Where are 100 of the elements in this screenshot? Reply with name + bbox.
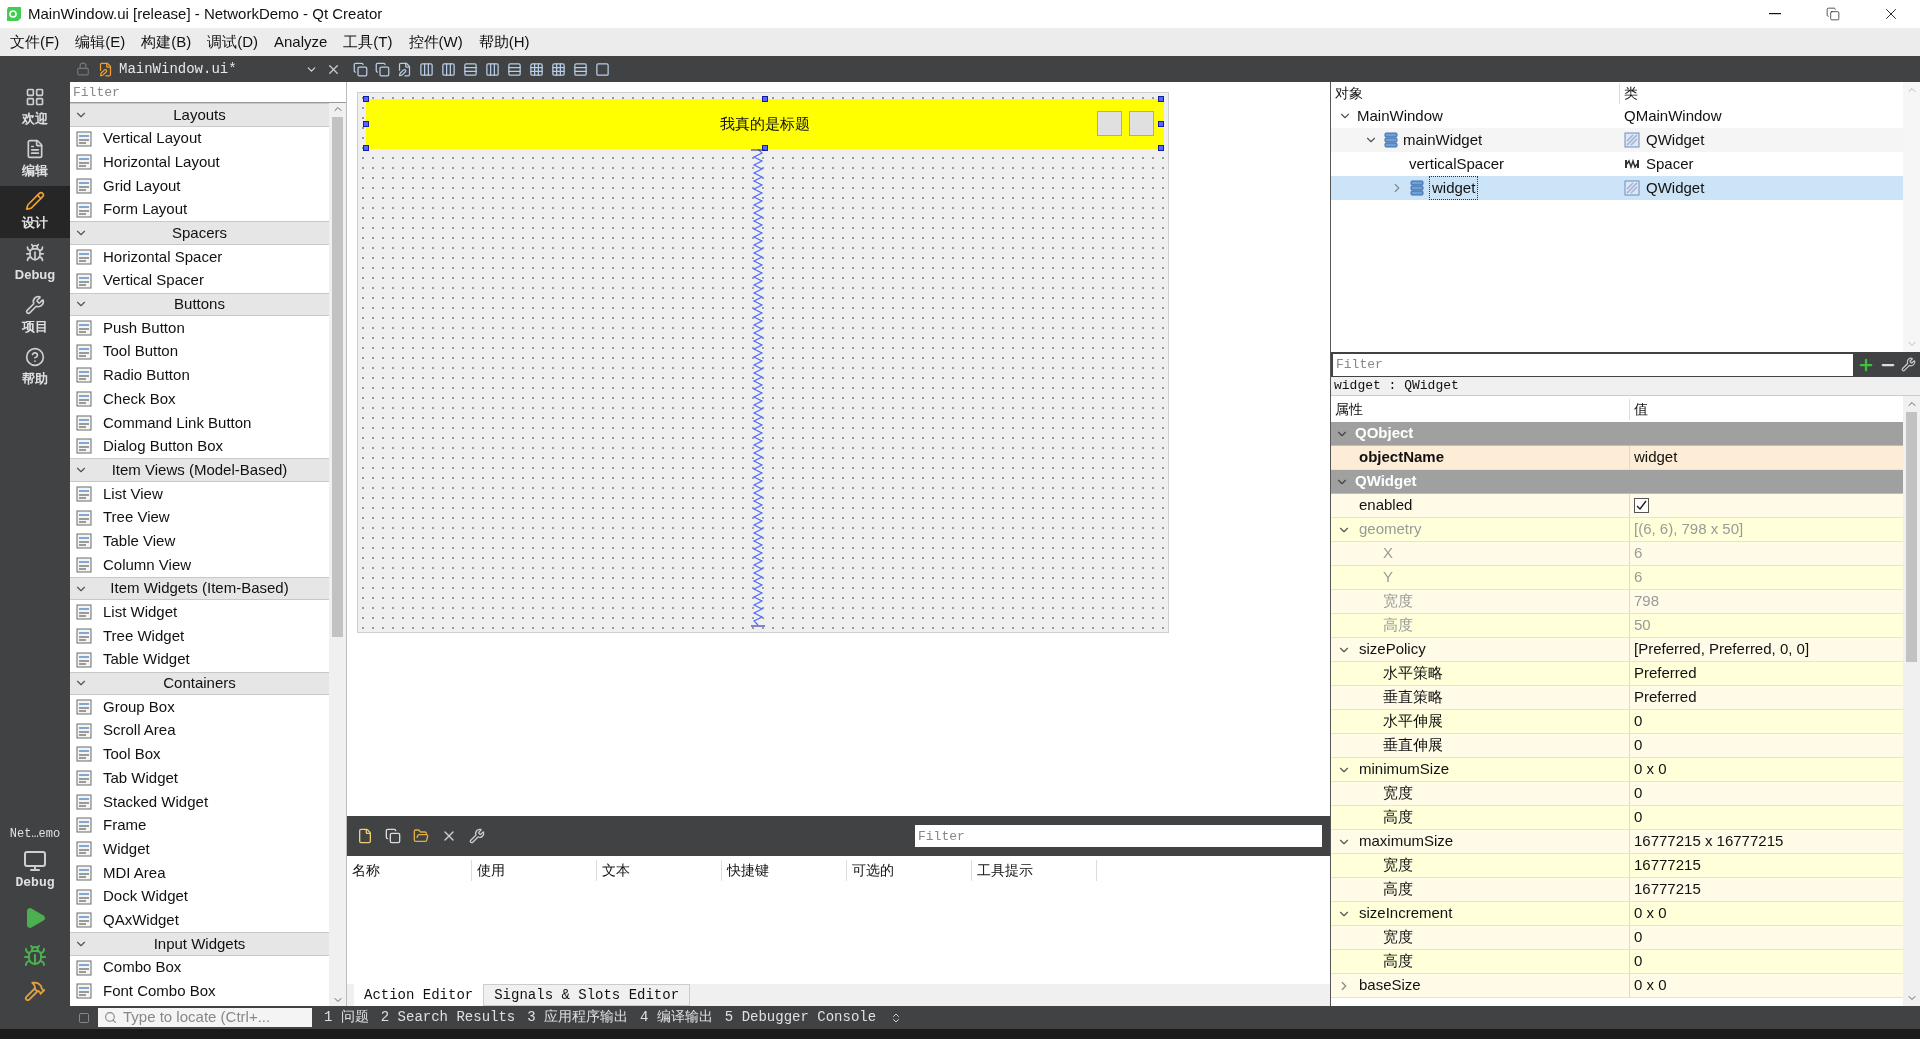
columns-icon[interactable]: [485, 61, 500, 77]
tree-row[interactable]: widget QWidget: [1331, 176, 1903, 200]
widget-item[interactable]: Combo Box: [103, 956, 182, 979]
widget-item[interactable]: Vertical Layout: [103, 127, 202, 150]
property-value[interactable]: 0: [1634, 950, 1643, 973]
category-header[interactable]: Containers: [70, 671, 329, 696]
column-header[interactable]: 快捷键: [722, 859, 847, 881]
property-value[interactable]: 0: [1634, 782, 1643, 805]
column-header[interactable]: 可选的: [847, 859, 972, 881]
debug-run-icon[interactable]: [23, 944, 47, 968]
rows-icon[interactable]: [463, 61, 478, 77]
category-header[interactable]: Item Views (Model-Based): [70, 458, 329, 482]
output-tab[interactable]: 3 应用程序输出: [527, 1007, 629, 1028]
property-value[interactable]: 0: [1634, 710, 1643, 733]
file-edit-icon[interactable]: [397, 61, 412, 77]
property-value[interactable]: 0: [1634, 734, 1643, 757]
column-header[interactable]: 值: [1630, 398, 1648, 420]
widget-item[interactable]: Table View: [103, 529, 176, 553]
sidebar-toggle-icon[interactable]: [78, 1011, 90, 1024]
property-value[interactable]: 0 x 0: [1634, 974, 1667, 997]
copy-icon[interactable]: [375, 61, 390, 77]
property-value[interactable]: 0 x 0: [1634, 902, 1667, 925]
widget-item[interactable]: Radio Button: [103, 364, 190, 387]
tree-row[interactable]: verticalSpacer Spacer: [1331, 152, 1903, 176]
widget-item[interactable]: Stacked Widget: [103, 790, 209, 814]
selection-handle[interactable]: [1158, 96, 1164, 102]
columns-icon[interactable]: [441, 61, 456, 77]
widget-item[interactable]: Table Widget: [103, 648, 190, 671]
column-header[interactable]: 类: [1620, 82, 1638, 104]
menu-item[interactable]: 构建(B): [133, 30, 200, 54]
mode-button[interactable]: 欢迎: [0, 82, 70, 134]
selection-handle[interactable]: [1158, 121, 1164, 127]
menu-item[interactable]: 编辑(E): [67, 30, 134, 54]
property-value[interactable]: 16777215: [1634, 878, 1701, 901]
column-header[interactable]: 名称: [347, 859, 472, 881]
output-tab[interactable]: 5 Debugger Console: [724, 1007, 877, 1028]
build-icon[interactable]: [24, 980, 46, 1002]
category-header[interactable]: Item Widgets (Item-Based): [70, 576, 329, 601]
property-value[interactable]: 16777215 x 16777215: [1634, 830, 1784, 853]
tree-row[interactable]: MainWindow QMainWindow: [1331, 104, 1903, 128]
new-action-icon[interactable]: [357, 828, 373, 844]
menu-item[interactable]: 文件(F): [2, 30, 68, 54]
filter-field[interactable]: Filter: [915, 825, 1322, 847]
widget-item[interactable]: Group Box: [103, 695, 175, 719]
selection-handle[interactable]: [363, 121, 369, 127]
tree-row[interactable]: mainWidget QWidget: [1331, 128, 1903, 152]
column-header[interactable]: 使用: [472, 859, 597, 881]
rows-icon[interactable]: [573, 61, 588, 77]
column-header[interactable]: 对象: [1331, 82, 1620, 104]
scrollbar-thumb[interactable]: [1906, 412, 1917, 662]
mode-button[interactable]: Debug: [0, 238, 70, 290]
menu-item[interactable]: 控件(W): [400, 30, 471, 54]
menu-item[interactable]: Analyze: [266, 30, 336, 54]
output-tab[interactable]: 1 问题: [324, 1007, 369, 1028]
widget-item[interactable]: Tree Widget: [103, 624, 185, 648]
editor-tab[interactable]: MainWindow.ui*: [119, 58, 237, 80]
widget-item[interactable]: Check Box: [103, 387, 176, 411]
menu-item[interactable]: 帮助(H): [470, 30, 538, 54]
widget-item[interactable]: Form Layout: [103, 198, 188, 221]
property-value[interactable]: 0 x 0: [1634, 758, 1667, 781]
property-value[interactable]: widget: [1634, 446, 1678, 469]
copy-icon[interactable]: [385, 828, 401, 844]
filter-field[interactable]: Filter: [1333, 353, 1853, 376]
property-value[interactable]: 0: [1634, 806, 1643, 829]
widget-item[interactable]: List View: [103, 482, 163, 506]
grid-icon[interactable]: [529, 61, 544, 77]
widget-item[interactable]: Scroll Area: [103, 719, 176, 742]
mode-button[interactable]: 帮助: [0, 342, 70, 394]
category-header[interactable]: Buttons: [70, 292, 329, 317]
editor-tab[interactable]: Action Editor: [354, 984, 484, 1006]
selection-handle[interactable]: [762, 145, 768, 151]
widget-item[interactable]: Push Button: [103, 316, 185, 340]
mode-button[interactable]: 项目: [0, 290, 70, 342]
mode-button[interactable]: 设计: [0, 186, 70, 238]
widget-item[interactable]: Vertical Spacer: [103, 269, 204, 292]
widget-item[interactable]: Tree View: [103, 506, 170, 529]
target-selector[interactable]: Debug: [0, 848, 70, 892]
widget-item[interactable]: Widget: [103, 837, 150, 861]
category-header[interactable]: Input Widgets: [70, 932, 329, 956]
property-value[interactable]: 0: [1634, 926, 1643, 949]
widget-item[interactable]: Horizontal Spacer: [103, 245, 223, 269]
menu-item[interactable]: 调试(D): [199, 30, 266, 54]
checkbox[interactable]: [1634, 498, 1649, 513]
widget-item[interactable]: Font Combo Box: [103, 980, 216, 1003]
category-header[interactable]: Spacers: [70, 221, 329, 246]
columns-icon[interactable]: [419, 61, 434, 77]
wrench-icon[interactable]: [469, 828, 485, 844]
property-value[interactable]: Preferred: [1634, 686, 1697, 709]
selection-handle[interactable]: [1158, 145, 1164, 151]
widget-item[interactable]: Tool Box: [103, 743, 161, 766]
widget-item[interactable]: Tool Button: [103, 340, 179, 363]
widget-item[interactable]: Dock Widget: [103, 885, 189, 908]
widget-item[interactable]: Column View: [103, 553, 192, 577]
editor-tab[interactable]: Signals & Slots Editor: [483, 984, 691, 1006]
output-tab[interactable]: 2 Search Results: [380, 1007, 516, 1028]
widget-item[interactable]: MDI Area: [103, 861, 166, 885]
widget-item[interactable]: QAxWidget: [103, 908, 179, 932]
selection-handle[interactable]: [363, 145, 369, 151]
grid-icon[interactable]: [551, 61, 566, 77]
widget-item[interactable]: Grid Layout: [103, 174, 181, 198]
